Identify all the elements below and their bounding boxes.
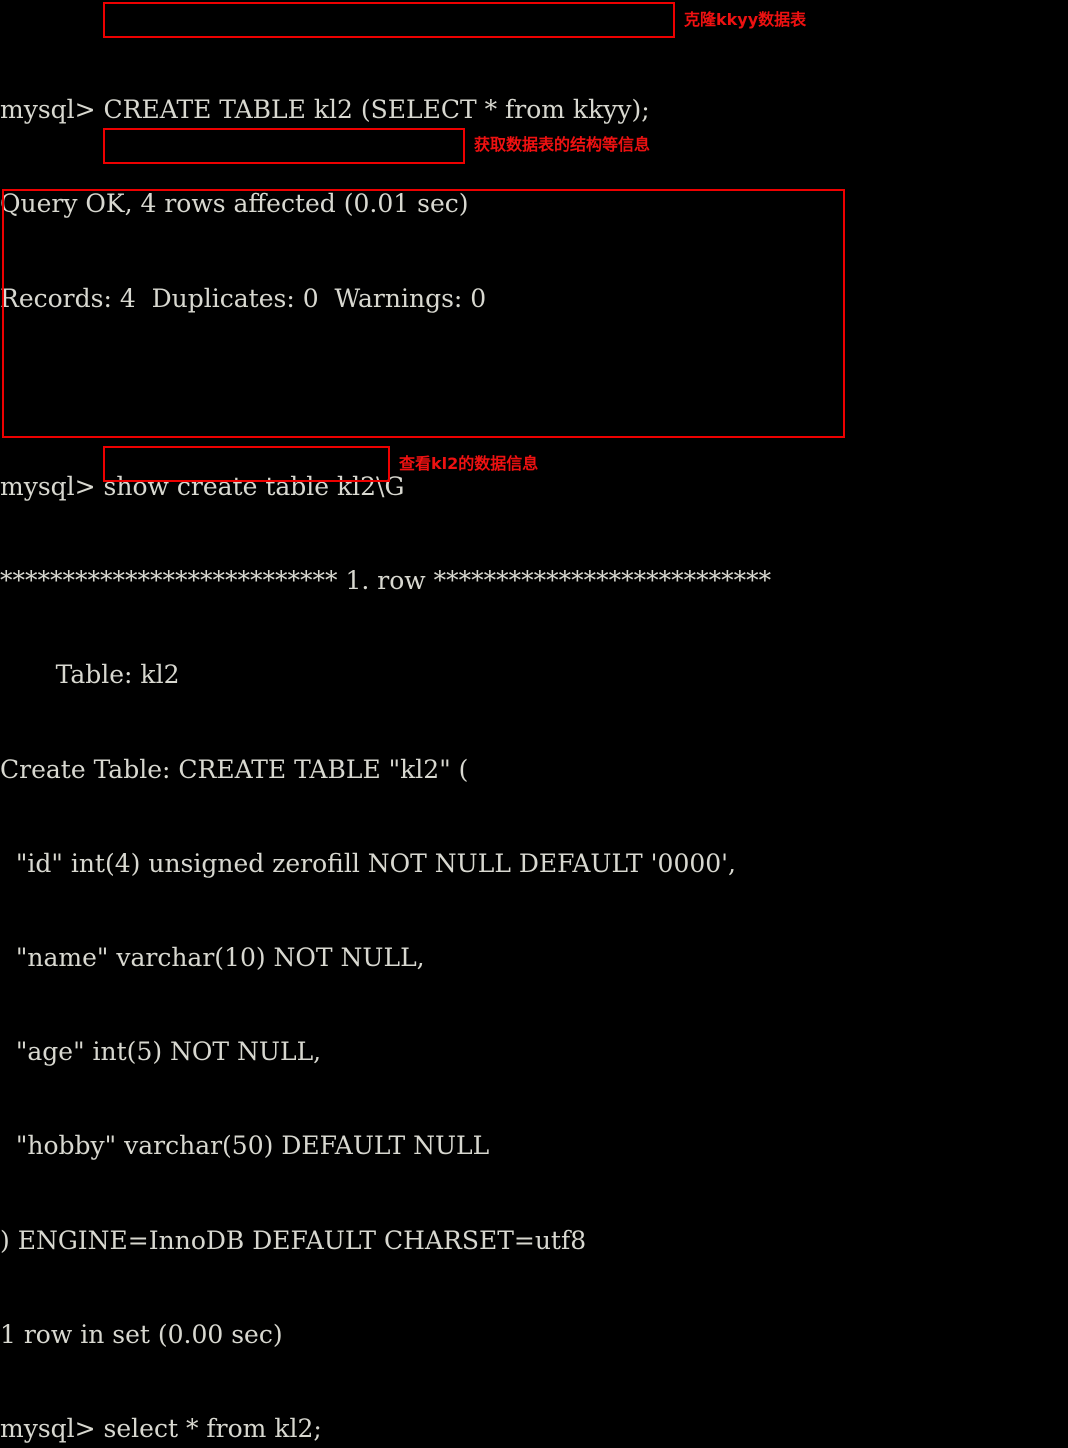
terminal-line-create-table-label: Create Table: CREATE TABLE "kl2" ( [0, 754, 469, 784]
terminal-line-query-ok: Query OK, 4 rows affected (0.01 sec) [0, 189, 469, 219]
terminal-line-column-hobby: "hobby" varchar(50) DEFAULT NULL [0, 1131, 490, 1161]
terminal-line-engine: ) ENGINE=InnoDB DEFAULT CHARSET=utf8 [0, 1225, 587, 1255]
terminal-line-table-label: Table: kl2 [0, 660, 180, 690]
terminal-line-select-command: mysql> select * from kl2; [0, 1414, 322, 1444]
annotation-show-create-table: 获取数据表的结构等信息 [474, 135, 651, 154]
annotation-select-all: 查看kl2的数据信息 [399, 454, 539, 473]
terminal-line-create-command: mysql> CREATE TABLE kl2 (SELECT * from k… [0, 95, 650, 125]
terminal-line-column-age: "age" int(5) NOT NULL, [0, 1037, 322, 1067]
terminal-line-row-divider: *************************** 1. row *****… [0, 566, 772, 596]
terminal-output: mysql> CREATE TABLE kl2 (SELECT * from k… [0, 0, 1068, 1443]
terminal-line-row-in-set: 1 row in set (0.00 sec) [0, 1319, 283, 1349]
terminal-line-show-create-command: mysql> show create table kl2\G [0, 472, 405, 502]
terminal-line-column-name: "name" varchar(10) NOT NULL, [0, 943, 425, 973]
terminal-line-column-id: "id" int(4) unsigned zerofill NOT NULL D… [0, 848, 736, 878]
annotation-create-table: 克隆kkyy数据表 [684, 10, 807, 29]
terminal-line-records: Records: 4 Duplicates: 0 Warnings: 0 [0, 283, 487, 313]
